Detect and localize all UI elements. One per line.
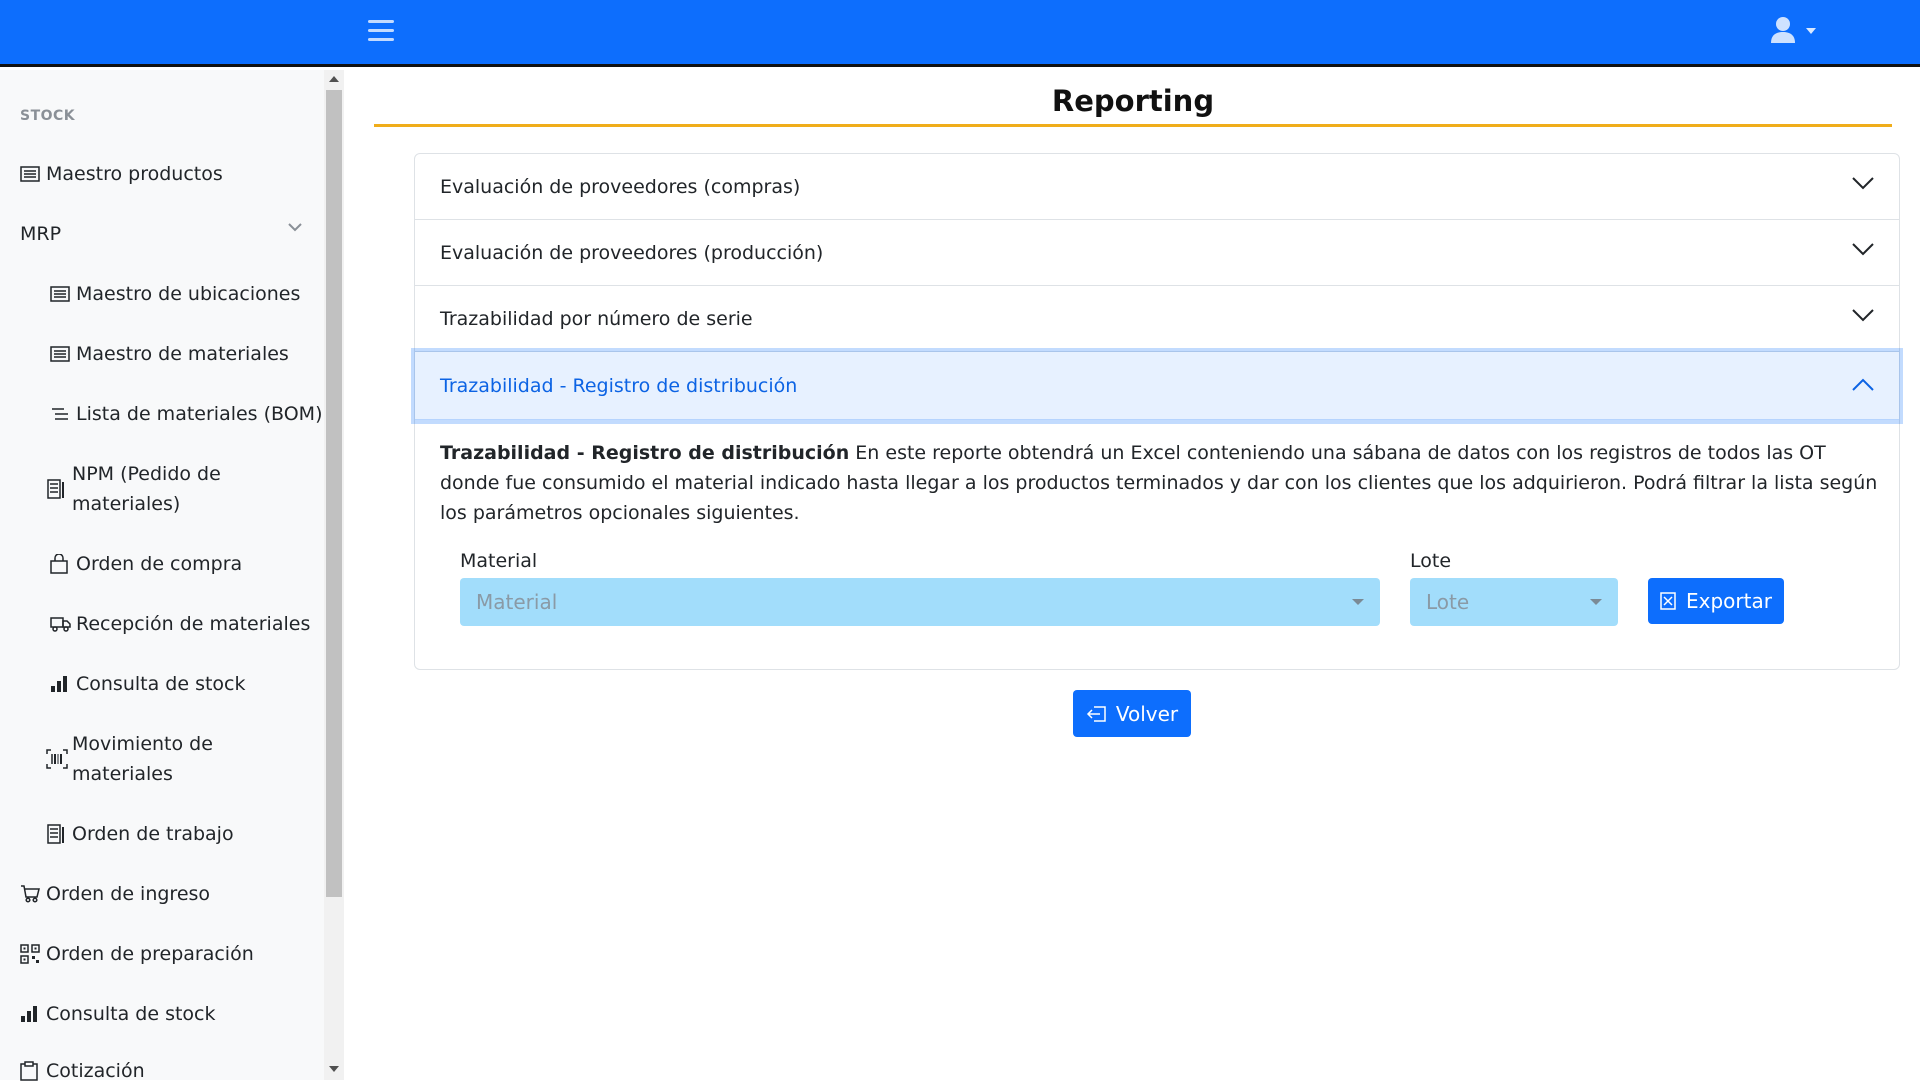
document-icon: [46, 819, 68, 849]
qr-icon: [20, 939, 42, 969]
accordion-item-label: Trazabilidad por número de serie: [440, 307, 753, 330]
sidebar-item-consulta-stock[interactable]: Consulta de stock: [50, 669, 246, 699]
barcode-icon: [46, 729, 68, 789]
sidebar-item-mrp[interactable]: MRP: [20, 219, 61, 249]
accordion-item-label: Evaluación de proveedores (producción): [440, 241, 824, 264]
accordion-item-label: Evaluación de proveedores (compras): [440, 175, 801, 198]
sidebar-item-movimiento[interactable]: Movimiento de materiales: [46, 729, 306, 789]
sidebar-item-orden-compra[interactable]: Orden de compra: [50, 549, 242, 579]
report-accordion: Evaluación de proveedores (compras) Eval…: [414, 153, 1900, 670]
sidebar-scrollbar[interactable]: [324, 70, 344, 1080]
accordion-item-label: Trazabilidad - Registro de distribución: [440, 374, 798, 397]
sidebar-item-label: Consulta de stock: [46, 1003, 216, 1025]
sidebar-item-label: Maestro de ubicaciones: [76, 283, 301, 305]
sidebar-item-label: Orden de trabajo: [72, 823, 234, 845]
bar-chart-icon: [50, 669, 72, 699]
sidebar-item-orden-ingreso[interactable]: Orden de ingreso: [20, 879, 210, 909]
scroll-down-icon[interactable]: [329, 1066, 339, 1072]
sidebar-item-label: Maestro productos: [46, 163, 223, 185]
user-menu-toggle[interactable]: [1770, 16, 1818, 46]
list-icon: [50, 279, 72, 309]
chevron-down-icon: [1852, 177, 1874, 190]
back-label: Volver: [1115, 701, 1179, 726]
sidebar-item-label: Recepción de materiales: [76, 613, 311, 635]
chevron-down-icon: [1852, 309, 1874, 322]
chevron-up-icon: [1852, 378, 1874, 391]
chevron-down-icon: [1852, 243, 1874, 256]
sidebar-item-label: Cotización: [46, 1060, 145, 1082]
hamburger-icon[interactable]: [368, 20, 394, 46]
accordion-item-evaluacion-produccion[interactable]: Evaluación de proveedores (producción): [415, 220, 1899, 286]
back-button[interactable]: Volver: [1073, 690, 1191, 737]
sidebar-item-label: MRP: [20, 223, 62, 245]
export-label: Exportar: [1686, 589, 1772, 613]
bar-chart-icon: [20, 999, 42, 1029]
chevron-down-icon[interactable]: [288, 222, 302, 232]
dropdown-arrow-icon: [1590, 599, 1602, 605]
material-label: Material: [460, 550, 538, 572]
sidebar-item-label: Orden de ingreso: [46, 883, 211, 905]
accordion-item-trazabilidad-distribucion[interactable]: Trazabilidad - Registro de distribución: [415, 352, 1899, 420]
title-divider: [374, 124, 1892, 127]
material-placeholder: Material: [476, 590, 558, 614]
lote-label: Lote: [1410, 550, 1452, 572]
lote-placeholder: Lote: [1426, 590, 1470, 614]
sidebar-item-maestro-ubicaciones[interactable]: Maestro de ubicaciones: [50, 279, 300, 309]
excel-icon: [1660, 592, 1676, 610]
cart-icon: [20, 879, 42, 909]
export-button[interactable]: Exportar: [1648, 578, 1784, 624]
accordion-body: Trazabilidad - Registro de distribución …: [440, 438, 1880, 528]
sidebar-item-maestro-materiales[interactable]: Maestro de materiales: [50, 339, 289, 369]
sidebar-item-label: Orden de preparación: [46, 943, 254, 965]
scrollbar-thumb[interactable]: [326, 90, 342, 897]
clipboard-icon: [20, 1056, 42, 1086]
sidebar-item-label: Maestro de materiales: [76, 343, 289, 365]
truck-icon: [50, 609, 72, 639]
user-icon: [1771, 17, 1795, 43]
sidebar-item-cotizacion[interactable]: Cotización: [20, 1056, 145, 1086]
sidebar-item-label: Consulta de stock: [76, 673, 246, 695]
top-navbar: [0, 0, 1920, 67]
back-arrow-icon: [1086, 705, 1106, 722]
report-name: Trazabilidad - Registro de distribución: [440, 442, 850, 464]
document-icon: [46, 459, 68, 519]
list-icon: [20, 159, 42, 189]
sidebar-item-orden-preparacion[interactable]: Orden de preparación: [20, 939, 254, 969]
bag-icon: [50, 549, 72, 579]
material-select[interactable]: Material: [460, 578, 1380, 626]
sidebar-item-label: Lista de materiales (BOM): [76, 403, 323, 425]
accordion-item-evaluacion-compras[interactable]: Evaluación de proveedores (compras): [415, 154, 1899, 220]
sidebar-item-recepcion[interactable]: Recepción de materiales: [50, 609, 310, 639]
text-lines-icon: [50, 399, 72, 429]
dropdown-arrow-icon: [1352, 599, 1364, 605]
lote-select[interactable]: Lote: [1410, 578, 1618, 626]
sidebar-item-maestro-productos[interactable]: Maestro productos: [20, 159, 223, 189]
scroll-up-icon[interactable]: [329, 76, 339, 82]
caret-down-icon: [1806, 28, 1816, 34]
sidebar-item-label: Movimiento de materiales: [72, 733, 213, 785]
sidebar-item-consulta-stock-2[interactable]: Consulta de stock: [20, 999, 216, 1029]
sidebar-item-label: NPM (Pedido de materiales): [72, 463, 221, 515]
sidebar-item-bom[interactable]: Lista de materiales (BOM): [50, 399, 323, 429]
sidebar-section-heading: STOCK: [20, 108, 76, 124]
list-icon: [50, 339, 72, 369]
sidebar-item-label: Orden de compra: [76, 553, 243, 575]
accordion-item-trazabilidad-serie[interactable]: Trazabilidad por número de serie: [415, 286, 1899, 352]
sidebar-item-orden-trabajo[interactable]: Orden de trabajo: [46, 819, 234, 849]
sidebar-item-npm[interactable]: NPM (Pedido de materiales): [46, 459, 306, 519]
page-title: Reporting: [1051, 84, 1215, 118]
